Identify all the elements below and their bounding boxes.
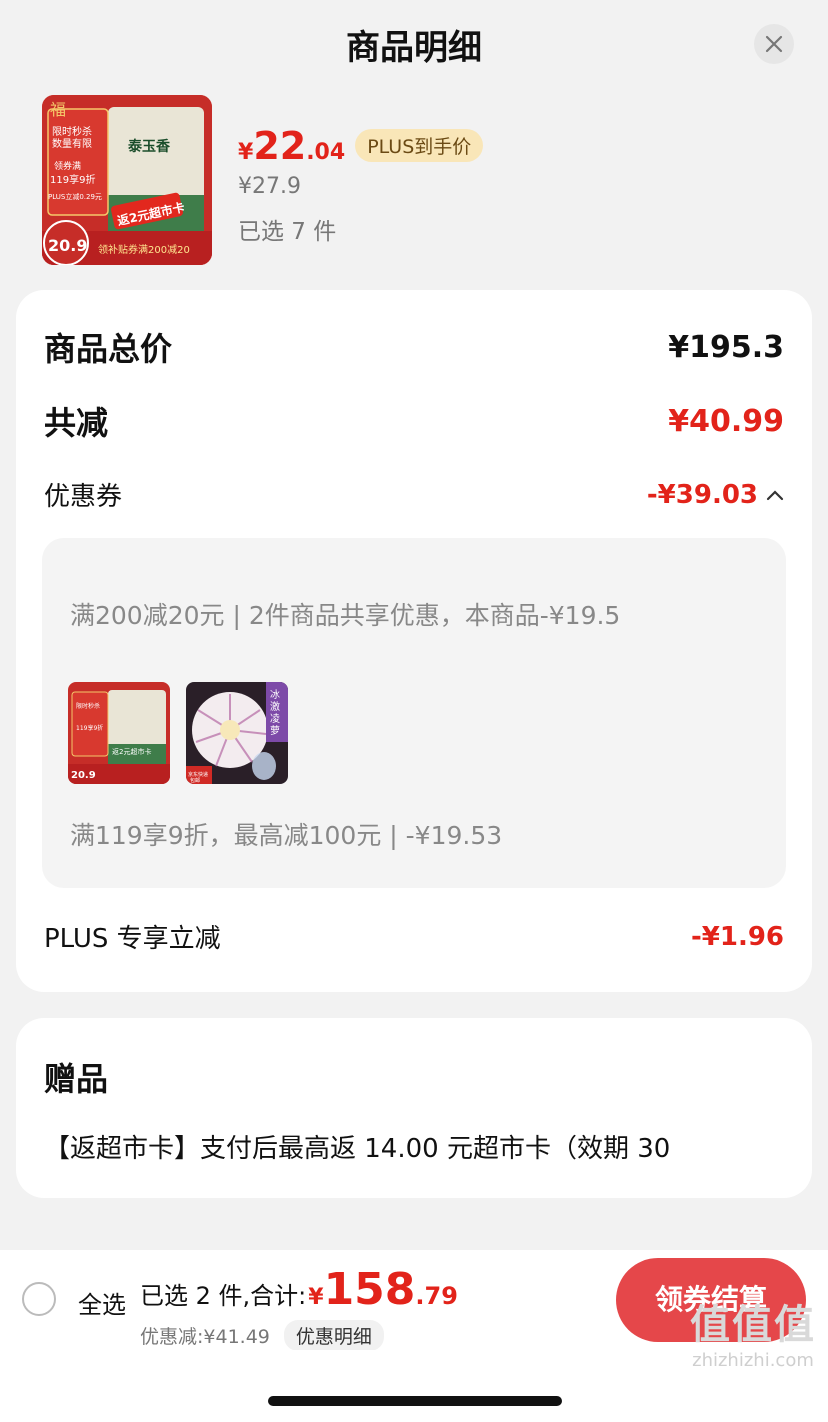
price-decimal: .04 — [306, 140, 346, 165]
coupon-value: -¥39.03 — [646, 479, 758, 510]
svg-text:领券满: 领券满 — [54, 160, 81, 172]
svg-text:凌: 凌 — [270, 712, 280, 725]
svg-text:119享9折: 119享9折 — [76, 724, 103, 732]
svg-text:119享9折: 119享9折 — [50, 173, 95, 186]
coupon-detail-box: 满200减20元 | 2件商品共享优惠，本商品-¥19.5 20.9 返2元超市… — [42, 538, 786, 888]
gift-card: 赠品 【返超市卡】支付后最高返 14.00 元超市卡（效期 30 — [16, 1018, 812, 1198]
price-summary-card: 商品总价 ¥195.3 共减 ¥40.99 优惠券 -¥39.03 满200减2… — [16, 290, 812, 992]
selected-count: 已选 7 件 — [238, 219, 337, 245]
detail-sheet: 商品明细 福 限时秒杀 数量有限 领券满 119享9折 PLUS立减0.29元 … — [0, 0, 828, 1250]
product-price: ¥ 22 .04 PLUS到手价 — [238, 124, 484, 168]
total-price-row: 商品总价 ¥195.3 — [44, 324, 784, 370]
plus-discount-value: -¥1.96 — [690, 921, 784, 952]
svg-text:萝: 萝 — [270, 725, 280, 737]
select-all-label[interactable]: 全选 — [78, 1285, 126, 1320]
plus-discount-row: PLUS 专享立减 -¥1.96 — [44, 918, 784, 955]
coupon-product-thumb-1[interactable]: 20.9 返2元超市卡 限时秒杀 119享9折 — [68, 682, 170, 784]
reduction-row: 共减 ¥40.99 — [44, 398, 784, 444]
svg-text:京东快递: 京东快递 — [188, 771, 208, 778]
chevron-up-icon[interactable] — [766, 489, 784, 501]
plus-price-tag: PLUS到手价 — [355, 129, 484, 162]
total-line: 已选 2 件,合计: ¥ 158 .79 — [140, 1264, 458, 1315]
svg-text:返2元超市卡: 返2元超市卡 — [112, 747, 151, 756]
svg-text:限时秒杀: 限时秒杀 — [76, 702, 100, 710]
svg-text:20.9: 20.9 — [71, 770, 96, 781]
svg-text:包邮: 包邮 — [190, 777, 200, 784]
coupon-value-wrap: -¥39.03 — [647, 480, 784, 510]
watermark: 值值值 zhizhizhi.com — [690, 1292, 816, 1371]
watermark-logo: 值值值 — [690, 1302, 816, 1348]
plus-discount-label: PLUS 专享立减 — [44, 924, 221, 954]
svg-text:20.9: 20.9 — [48, 236, 87, 255]
svg-text:领补贴券满200减20: 领补贴券满200减20 — [98, 243, 190, 256]
watermark-url: zhizhizhi.com — [692, 1350, 814, 1371]
svg-text:PLUS立减0.29元: PLUS立减0.29元 — [48, 192, 102, 201]
price-integer: 22 — [253, 124, 307, 168]
coupon-line-1: 满200减20元 | 2件商品共享优惠，本商品-¥19.5 — [70, 601, 621, 630]
select-all-radio[interactable] — [22, 1282, 56, 1316]
svg-text:数量有限: 数量有限 — [52, 137, 92, 150]
gift-text: 【返超市卡】支付后最高返 14.00 元超市卡（效期 30 — [44, 1134, 671, 1164]
discount-amount: 优惠减:¥41.49 — [140, 1326, 270, 1348]
discount-detail-button[interactable]: 优惠明细 — [283, 1320, 384, 1351]
total-decimal: .79 — [415, 1282, 458, 1310]
reduction-value: ¥40.99 — [668, 403, 784, 439]
total-integer: 158 — [323, 1264, 416, 1315]
reduction-label: 共减 — [44, 404, 109, 442]
page-title: 商品明细 — [346, 28, 482, 68]
total-price-label: 商品总价 — [44, 330, 173, 368]
total-price-value: ¥195.3 — [668, 329, 784, 365]
price-currency: ¥ — [238, 140, 254, 165]
svg-text:泰玉香: 泰玉香 — [127, 138, 171, 155]
home-indicator[interactable] — [268, 1396, 562, 1406]
coupon-label: 优惠券 — [44, 482, 123, 512]
original-price: ¥27.9 — [238, 174, 301, 199]
coupon-product-thumb-2[interactable]: 冰 激 凌 萝 京东快递 包邮 — [186, 682, 288, 784]
discount-line: 优惠减:¥41.49 优惠明细 — [140, 1320, 384, 1351]
coupon-row[interactable]: 优惠券 -¥39.03 — [44, 476, 784, 513]
total-currency: ¥ — [308, 1285, 324, 1310]
svg-text:冰: 冰 — [270, 688, 280, 701]
close-button[interactable] — [754, 24, 794, 64]
coupon-line-2: 满119享9折，最高减100元 | -¥19.53 — [70, 821, 503, 850]
total-label: 已选 2 件,合计: — [140, 1282, 307, 1310]
svg-text:激: 激 — [270, 700, 280, 713]
sheet-header: 商品明细 — [0, 0, 828, 88]
close-icon — [765, 35, 783, 53]
gift-title: 赠品 — [44, 1060, 109, 1098]
product-thumbnail[interactable]: 福 限时秒杀 数量有限 领券满 119享9折 PLUS立减0.29元 泰玉香 返… — [42, 95, 212, 265]
svg-text:福: 福 — [50, 100, 66, 119]
svg-text:限时秒杀: 限时秒杀 — [52, 125, 92, 138]
